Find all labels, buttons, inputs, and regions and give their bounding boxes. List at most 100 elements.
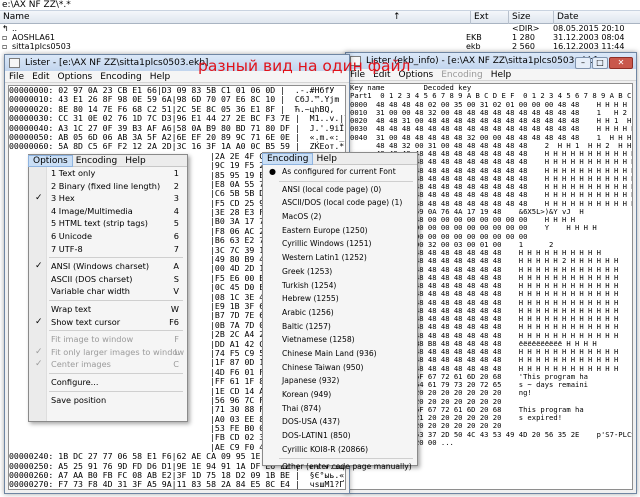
column-size[interactable]: Size bbox=[508, 11, 553, 24]
options-item[interactable]: ✓ Show text cursor F6 bbox=[29, 316, 187, 329]
options-item[interactable]: ✓ 3 Hex 3 bbox=[29, 192, 187, 205]
encoding-item[interactable]: Baltic (1257) bbox=[263, 320, 417, 334]
encoding-item-label: Cyrillic KOI8-R (20866) bbox=[282, 444, 369, 454]
encoding-item-label: Hebrew (1255) bbox=[282, 294, 339, 304]
options-item[interactable]: 4 Image/Multimedia 4 bbox=[29, 205, 187, 218]
menu-help[interactable]: Help bbox=[487, 70, 516, 80]
options-item[interactable]: 5 HTML text (strip tags) 5 bbox=[29, 217, 187, 230]
encoding-item-label: Arabic (1256) bbox=[282, 307, 334, 317]
encoding-item[interactable]: ASCII/DOS (local code page) (1) bbox=[263, 196, 417, 210]
menu-help[interactable]: Help bbox=[146, 72, 175, 82]
encoding-item[interactable]: Cyrillic KOI8-R (20866) bbox=[263, 443, 417, 457]
encoding-item-label: ANSI (local code page) (0) bbox=[282, 184, 382, 194]
panel-path: e:\AX NF ZZ\*.* bbox=[0, 0, 640, 11]
encoding-item[interactable]: DOS-USA (437) bbox=[263, 415, 417, 429]
options-item[interactable]: ✓ ANSI (Windows charset) A bbox=[29, 260, 187, 273]
encoding-item-label: Chinese Main Land (936) bbox=[282, 348, 377, 358]
column-date[interactable]: Date bbox=[553, 11, 640, 24]
options-item-label: Fit only larger images to window bbox=[51, 346, 185, 357]
file-size: 1 280 bbox=[512, 33, 535, 42]
column-ext[interactable]: Ext bbox=[470, 11, 508, 24]
encoding-item[interactable]: Vietnamese (1258) bbox=[263, 333, 417, 347]
encoding-item-label: MacOS (2) bbox=[282, 212, 322, 222]
file-row[interactable]: ↰.. <DIR> 08.05.2015 20:10 bbox=[0, 24, 640, 33]
options-item: Fit image to window F bbox=[29, 333, 187, 346]
file-size: 2 560 bbox=[512, 42, 535, 51]
column-name[interactable]: Name bbox=[0, 11, 390, 24]
menu-options[interactable]: Options bbox=[28, 155, 73, 167]
encoding-item[interactable]: Greek (1253) bbox=[263, 265, 417, 279]
minimize-button[interactable]: – bbox=[575, 57, 591, 69]
encoding-item-label: Vietnamese (1258) bbox=[282, 335, 355, 345]
options-item-label: 1 Text only bbox=[51, 168, 96, 178]
encoding-item[interactable]: Eastern Europe (1250) bbox=[263, 224, 417, 238]
shortcut-key: 5 bbox=[173, 218, 179, 229]
options-item[interactable]: 7 UTF-8 7 bbox=[29, 243, 187, 256]
encoding-item-label: DOS-LATIN1 (850) bbox=[282, 431, 351, 441]
options-item[interactable]: ASCII (DOS charset) S bbox=[29, 273, 187, 286]
menu-encoding[interactable]: Encoding bbox=[96, 72, 145, 82]
shortcut-key: A bbox=[173, 261, 179, 272]
menu-help[interactable]: Help bbox=[312, 154, 341, 164]
encoding-item[interactable]: Turkish (1254) bbox=[263, 279, 417, 293]
encoding-menu: Encoding Help ● As configured for current … bbox=[261, 152, 418, 471]
encoding-item[interactable]: Japanese (932) bbox=[263, 374, 417, 388]
menu-encoding[interactable]: Encoding bbox=[261, 153, 314, 165]
check-icon: ✓ bbox=[35, 316, 43, 327]
file-name: .. bbox=[12, 24, 18, 33]
shortcut-key: F bbox=[174, 334, 179, 345]
encoding-item[interactable]: ● As configured for current Font bbox=[263, 165, 417, 179]
file-icon: ↰ bbox=[2, 24, 9, 33]
options-item-label: Center images bbox=[51, 359, 111, 370]
menu-options[interactable]: Options bbox=[54, 72, 97, 82]
options-item-label: 6 Unicode bbox=[51, 230, 93, 241]
encoding-item[interactable]: MacOS (2) bbox=[263, 210, 417, 224]
check-icon: ✓ bbox=[35, 261, 43, 272]
encoding-item[interactable]: Other (enter code page manually) bbox=[263, 460, 417, 474]
file-ext: EKB bbox=[466, 33, 482, 42]
options-item-label: 7 UTF-8 bbox=[51, 243, 83, 254]
options-item-label: 5 HTML text (strip tags) bbox=[51, 218, 148, 229]
options-item[interactable]: Variable char width V bbox=[29, 285, 187, 298]
close-button[interactable]: ✕ bbox=[609, 57, 633, 69]
file-icon: ▫ bbox=[2, 33, 8, 42]
options-menubar: Options Encoding Help bbox=[28, 155, 187, 167]
menu-encoding[interactable]: Encoding bbox=[437, 70, 486, 80]
shortcut-key: L bbox=[174, 346, 179, 357]
encoding-item[interactable]: Thai (874) bbox=[263, 402, 417, 416]
options-item-label: ASCII (DOS charset) bbox=[51, 273, 133, 284]
options-item[interactable]: Configure... bbox=[29, 376, 187, 389]
file-row[interactable]: ▫ sitta1plcs0503 ekb 2 560 16.12.2003 11:44 bbox=[0, 42, 640, 51]
encoding-item[interactable]: Hebrew (1255) bbox=[263, 292, 417, 306]
shortcut-key: V bbox=[173, 286, 179, 297]
check-icon: ✓ bbox=[35, 359, 43, 370]
file-row[interactable]: ▫ AOSHLA61 EKB 1 280 31.12.2003 08:04 bbox=[0, 33, 640, 42]
encoding-item[interactable]: Western Latin1 (1252) bbox=[263, 251, 417, 265]
options-item[interactable]: 6 Unicode 6 bbox=[29, 230, 187, 243]
encoding-item[interactable]: Arabic (1256) bbox=[263, 306, 417, 320]
window-title: Lister - [e:\AX NF ZZ\sitta1plcs0503.ekb… bbox=[25, 58, 209, 68]
menu-edit[interactable]: Edit bbox=[28, 72, 53, 82]
options-item[interactable]: Save position bbox=[29, 394, 187, 407]
encoding-item[interactable]: DOS-LATIN1 (850) bbox=[263, 429, 417, 443]
options-item[interactable]: 1 Text only 1 bbox=[29, 167, 187, 180]
options-item[interactable]: Wrap text W bbox=[29, 303, 187, 316]
menu-encoding[interactable]: Encoding bbox=[72, 156, 121, 166]
encoding-item[interactable]: Korean (949) bbox=[263, 388, 417, 402]
encoding-item-label: Thai (874) bbox=[282, 403, 322, 413]
encoding-item-label: Korean (949) bbox=[282, 390, 332, 399]
file-ext: ekb bbox=[466, 42, 481, 51]
file-name: sitta1plcs0503 bbox=[12, 42, 71, 51]
encoding-item-label: Chinese Taiwan (950) bbox=[282, 362, 364, 372]
maximize-button[interactable]: □ bbox=[592, 57, 608, 69]
options-item-label: Variable char width bbox=[51, 286, 130, 297]
encoding-item[interactable]: ANSI (local code page) (0) bbox=[263, 183, 417, 197]
file-date: 08.05.2015 20:10 bbox=[553, 24, 625, 33]
encoding-item[interactable]: Chinese Main Land (936) bbox=[263, 347, 417, 361]
menu-help[interactable]: Help bbox=[121, 156, 150, 166]
encoding-item[interactable]: Chinese Taiwan (950) bbox=[263, 361, 417, 375]
menu-file[interactable]: File bbox=[5, 72, 28, 82]
encoding-item[interactable]: Cyrillic Windows (1251) bbox=[263, 237, 417, 251]
options-item-label: Wrap text bbox=[51, 303, 92, 314]
options-item[interactable]: 2 Binary (fixed line length) 2 bbox=[29, 180, 187, 193]
